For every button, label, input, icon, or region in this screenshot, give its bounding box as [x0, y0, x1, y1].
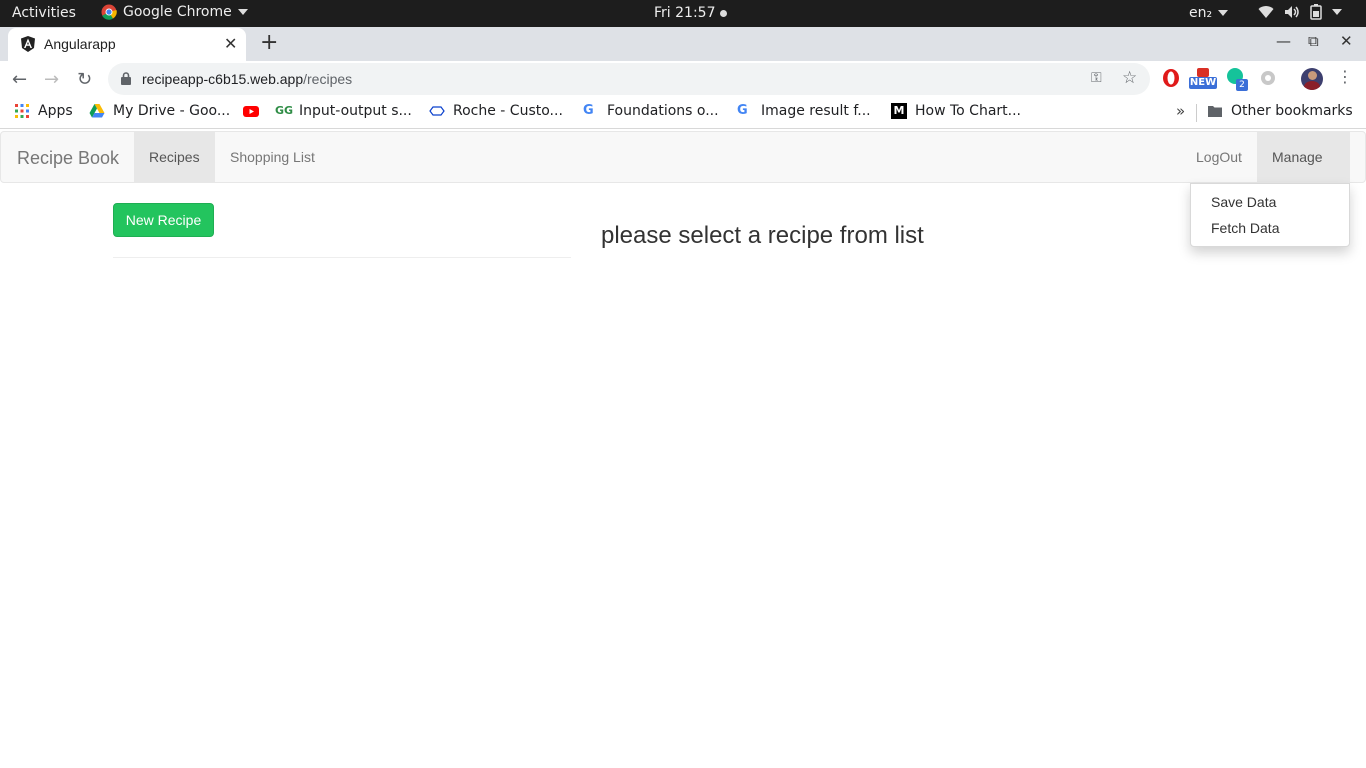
- geeksforgeeks-icon: GG: [275, 104, 294, 117]
- other-bookmarks-label: Other bookmarks: [1231, 103, 1353, 119]
- app-navbar: Recipe Book Recipes Shopping List LogOut…: [0, 131, 1366, 211]
- bookmark-star-icon[interactable]: ☆: [1122, 68, 1137, 88]
- profile-avatar[interactable]: [1301, 68, 1323, 90]
- bookmark-input-output[interactable]: GG Input-output s...: [275, 103, 412, 119]
- bookmark-my-drive[interactable]: My Drive - Goo...: [89, 103, 230, 119]
- activities-button[interactable]: Activities: [12, 5, 76, 21]
- volume-icon: [1285, 6, 1299, 18]
- other-bookmarks-folder[interactable]: Other bookmarks: [1207, 103, 1353, 119]
- manage-label: Manage: [1272, 149, 1323, 165]
- bookmark-label: How To Chart...: [915, 103, 1022, 119]
- forward-arrow-icon[interactable]: →: [44, 69, 59, 90]
- address-bar[interactable]: recipeapp-c6b15.web.app/recipes ⚿ ☆: [108, 63, 1150, 95]
- google-drive-icon: [89, 104, 105, 118]
- key-icon[interactable]: ⚿: [1091, 70, 1102, 86]
- extension-count-badge: 2: [1236, 79, 1248, 91]
- recipe-list-divider: [113, 257, 571, 258]
- angular-icon: [21, 36, 35, 52]
- chrome-icon: [101, 4, 117, 20]
- url-path: /recipes: [303, 71, 353, 87]
- url-text: recipeapp-c6b15.web.app/recipes: [142, 71, 352, 87]
- system-top-bar: Activities Google Chrome Fri 21:57 en₂: [0, 0, 1366, 27]
- close-window-icon[interactable]: ✕: [1340, 32, 1353, 50]
- bookmark-label: Roche - Custo...: [453, 103, 563, 119]
- medium-icon: M: [891, 103, 907, 119]
- nav-recipes[interactable]: Recipes: [134, 132, 215, 182]
- bookmark-how-to-chart[interactable]: M How To Chart...: [891, 103, 1021, 119]
- clock-label: Fri 21:57: [654, 5, 716, 21]
- nav-logout[interactable]: LogOut: [1181, 132, 1257, 182]
- bookmark-label: Input-output s...: [299, 103, 412, 119]
- google-icon: G: [583, 103, 594, 118]
- notification-dot-icon: [720, 9, 728, 17]
- nav-manage-dropdown[interactable]: Manage: [1257, 132, 1350, 211]
- close-tab-icon[interactable]: ✕: [224, 34, 237, 53]
- bookmark-apps[interactable]: Apps: [14, 103, 73, 119]
- bookmark-label: Foundations o...: [607, 103, 719, 119]
- brand-link[interactable]: Recipe Book: [17, 148, 119, 169]
- nav-shopping-list[interactable]: Shopping List: [215, 132, 330, 182]
- menu-item-fetch-data[interactable]: Fetch Data: [1191, 215, 1349, 241]
- bookmark-label: Apps: [38, 103, 73, 119]
- battery-icon: [1310, 4, 1322, 20]
- apps-grid-icon: [15, 104, 29, 118]
- menu-item-save-data[interactable]: Save Data: [1191, 189, 1349, 215]
- reload-icon[interactable]: ↻: [77, 69, 92, 90]
- chevron-down-icon: [1332, 9, 1342, 15]
- bookmark-foundations[interactable]: G Foundations o...: [583, 103, 719, 119]
- language-indicator[interactable]: en₂: [1189, 5, 1229, 21]
- minimize-window-icon[interactable]: —: [1276, 32, 1291, 50]
- system-tray[interactable]: [1258, 4, 1342, 20]
- roche-icon: [429, 106, 445, 116]
- bookmark-image-result[interactable]: G Image result f...: [737, 103, 871, 119]
- bookmark-label: My Drive - Goo...: [113, 103, 231, 119]
- grammarly-extension-icon[interactable]: 2: [1227, 68, 1248, 91]
- restore-window-icon[interactable]: ⧉: [1308, 32, 1319, 50]
- chrome-menu-icon[interactable]: ⋮: [1337, 67, 1353, 86]
- clock[interactable]: Fri 21:57: [654, 5, 728, 21]
- manage-dropdown-menu: Save Data Fetch Data: [1190, 183, 1350, 247]
- tab-title: Angularapp: [44, 36, 116, 52]
- recipe-detail-placeholder: please select a recipe from list: [601, 222, 924, 249]
- browser-toolbar: ← → ↻ recipeapp-c6b15.web.app/recipes ⚿ …: [0, 61, 1366, 97]
- youtube-icon: [243, 106, 259, 117]
- bookmark-label: Image result f...: [761, 103, 871, 119]
- bookmarks-divider: [1196, 104, 1197, 122]
- chevron-down-icon: [1218, 10, 1229, 16]
- app-menu-label: Google Chrome: [123, 4, 232, 20]
- bookmark-roche[interactable]: Roche - Custo...: [429, 103, 563, 119]
- wifi-icon: [1258, 6, 1274, 19]
- tab-strip: Angularapp ✕ + — ⧉ ✕: [0, 27, 1366, 61]
- tab-angularapp[interactable]: Angularapp ✕: [8, 28, 246, 61]
- puzzle-extension-icon[interactable]: [1258, 68, 1278, 88]
- chevron-down-icon: [237, 9, 248, 15]
- lock-icon: [121, 72, 131, 85]
- url-host: recipeapp-c6b15.web.app: [142, 71, 304, 87]
- google-icon: G: [737, 103, 748, 118]
- opera-extension-icon[interactable]: [1161, 68, 1181, 88]
- bookmark-youtube[interactable]: [243, 103, 259, 119]
- new-badge-label: NEW: [1189, 77, 1217, 89]
- new-recipe-button[interactable]: New Recipe: [113, 203, 214, 237]
- back-arrow-icon[interactable]: ←: [12, 69, 27, 90]
- language-label: en₂: [1189, 5, 1213, 21]
- new-badge-extension-icon[interactable]: NEW: [1189, 68, 1217, 89]
- app-menu[interactable]: Google Chrome: [101, 4, 248, 20]
- more-bookmarks-button[interactable]: »: [1176, 102, 1185, 120]
- bookmarks-bar: Apps My Drive - Goo... GG Input-output s…: [0, 97, 1366, 129]
- folder-icon: [1208, 106, 1222, 117]
- new-tab-button[interactable]: +: [260, 30, 278, 55]
